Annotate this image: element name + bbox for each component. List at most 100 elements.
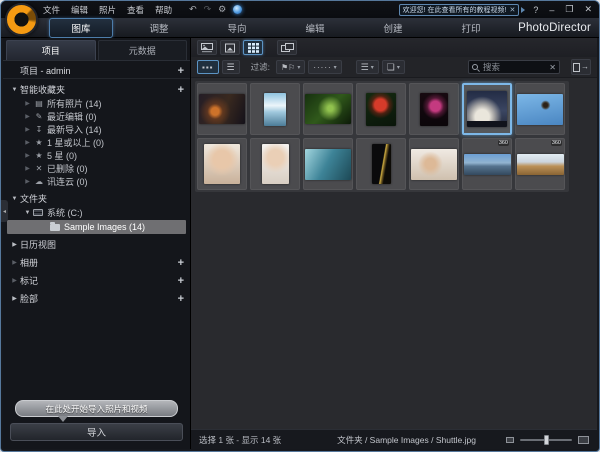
expand-arrow-icon[interactable]: ▶: [22, 152, 33, 159]
tab-打印[interactable]: 打印: [439, 18, 503, 38]
tab-编辑[interactable]: 编辑: [283, 18, 347, 38]
sidebar-row-label: Sample Images (14): [64, 222, 180, 232]
expand-arrow-icon[interactable]: ▶: [22, 139, 33, 146]
photo-cell-woman-reclining[interactable]: [409, 138, 459, 190]
browser-view-icon: [201, 43, 213, 53]
sort-button[interactable]: ☰▾: [356, 60, 379, 74]
sidebar-item-系统 (C:)[interactable]: ▼系统 (C:): [3, 206, 190, 219]
expand-arrow-icon[interactable]: ▶: [22, 126, 33, 133]
color-profile-icon[interactable]: [233, 5, 242, 14]
notification-close-icon[interactable]: ✕: [509, 6, 515, 14]
menu-item-帮助[interactable]: 帮助: [155, 4, 172, 16]
photo-cell-dark-skis[interactable]: [356, 138, 406, 190]
expand-arrow-icon[interactable]: ▶: [9, 241, 20, 248]
sidebar-row-label: 1 星或以上 (0): [47, 136, 184, 149]
sidebar-row-label: 所有照片 (14): [47, 97, 184, 110]
sidebar-section-文件夹[interactable]: ▼文件夹: [3, 191, 190, 206]
photo-cell-iceberg-tower[interactable]: [250, 83, 300, 135]
sidebar-item-所有照片 (14)[interactable]: ▶▤所有照片 (14): [3, 97, 190, 110]
sidebar-row-label: 脸部: [20, 292, 174, 305]
menu-item-编辑[interactable]: 编辑: [71, 4, 88, 16]
add-button[interactable]: +: [178, 65, 184, 77]
expand-arrow-icon[interactable]: ▶: [22, 178, 33, 185]
browser-view-button[interactable]: [197, 40, 217, 55]
search-clear-icon[interactable]: ✕: [549, 63, 556, 72]
add-button[interactable]: +: [178, 275, 184, 287]
view-toolbar: [191, 38, 597, 57]
flag-caret-icon: ▾: [297, 64, 300, 71]
flag-filter-button[interactable]: ⚑⚐▾: [276, 60, 305, 74]
help-button[interactable]: ?: [533, 5, 538, 15]
photo-thumb-ocean-wave: [305, 149, 351, 180]
expand-arrow-icon[interactable]: ▼: [9, 87, 20, 93]
settings-gear-icon[interactable]: ⚙: [218, 4, 226, 15]
zoom-in-thumb-icon[interactable]: [578, 436, 589, 444]
photo-cell-red-flower[interactable]: [356, 83, 406, 135]
expand-arrow-icon[interactable]: ▶: [9, 295, 20, 302]
tab-创建[interactable]: 创建: [361, 18, 425, 38]
sidebar-item-最近编辑 (0)[interactable]: ▶✎最近编辑 (0): [3, 110, 190, 123]
add-button[interactable]: +: [178, 257, 184, 269]
sidebar-section-脸部[interactable]: ▶脸部 +: [3, 291, 190, 306]
expand-arrow-icon[interactable]: ▶: [22, 165, 33, 172]
photos-icon: ▤: [33, 99, 45, 108]
sidebar-section-相册[interactable]: ▶相册+: [3, 255, 190, 270]
search-input[interactable]: [481, 61, 546, 73]
photo-cell-mountain-panorama[interactable]: 360: [462, 138, 512, 190]
undo-icon[interactable]: ↶: [189, 4, 197, 15]
expand-arrow-icon[interactable]: ▶: [22, 100, 33, 107]
photo-cell-pink-flower[interactable]: [409, 83, 459, 135]
add-button[interactable]: +: [178, 293, 184, 305]
close-button[interactable]: ✕: [584, 4, 592, 15]
import-button[interactable]: 导入: [10, 423, 183, 441]
expand-arrow-icon[interactable]: ▶: [9, 259, 20, 266]
photo-cell-cabin-interior[interactable]: [197, 83, 247, 135]
sidebar-item-最新导入 (14)[interactable]: ▶↧最新导入 (14): [3, 123, 190, 136]
photo-cell-shuttle-launch[interactable]: [462, 83, 512, 135]
sidebar-section-标记[interactable]: ▶标记+: [3, 273, 190, 288]
zoom-out-thumb-icon[interactable]: [506, 437, 514, 443]
photo-cell-snowboarder-sky[interactable]: [515, 83, 565, 135]
expand-arrow-icon[interactable]: ▼: [22, 210, 33, 216]
menu-item-文件[interactable]: 文件: [43, 4, 60, 16]
maximize-button[interactable]: ❒: [565, 4, 573, 15]
dual-monitor-button[interactable]: [277, 40, 297, 55]
sidebar-collapse-icon[interactable]: ◂: [1, 200, 8, 222]
tab-图库[interactable]: 图库: [49, 18, 113, 38]
photo-cell-desert-panorama[interactable]: 360: [515, 138, 565, 190]
rating-filter-button[interactable]: ·····▾: [308, 60, 341, 74]
sidebar-item-已删除 (0)[interactable]: ▶✕已删除 (0): [3, 162, 190, 175]
sidebar-item-讯连云 (0)[interactable]: ▶☁讯连云 (0): [3, 175, 190, 188]
expand-arrow-icon[interactable]: ▶: [9, 277, 20, 284]
export-button[interactable]: →: [571, 59, 591, 75]
sidebar-section-项目 - admin[interactable]: 项目 - admin+: [3, 63, 190, 79]
add-button[interactable]: +: [178, 84, 184, 96]
sidebar-section-智能收藏夹[interactable]: ▼智能收藏夹+: [3, 82, 190, 97]
sidebar-item-1 星或以上 (0)[interactable]: ▶★1 星或以上 (0): [3, 136, 190, 149]
menu-item-照片[interactable]: 照片: [99, 4, 116, 16]
sidebar-tab-项目[interactable]: 项目: [6, 40, 96, 60]
photo-cell-green-forest[interactable]: [303, 83, 353, 135]
minimize-button[interactable]: –: [549, 5, 554, 15]
sidebar-item-Sample Images (14)[interactable]: Sample Images (14): [7, 220, 186, 234]
sidebar-section-日历视图[interactable]: ▶日历视图: [3, 237, 190, 252]
thumbnail-only-button[interactable]: ▪▪▪: [197, 60, 219, 74]
photo-cell-ocean-wave[interactable]: [303, 138, 353, 190]
expand-arrow-icon[interactable]: ▶: [22, 113, 33, 120]
expand-arrow-icon[interactable]: ▼: [9, 196, 20, 202]
tab-调整[interactable]: 调整: [127, 18, 191, 38]
grid-view-button[interactable]: [243, 40, 263, 55]
list-view-button[interactable]: ☰: [222, 60, 240, 74]
sidebar-item-5 星 (0)[interactable]: ▶★5 星 (0): [3, 149, 190, 162]
photo-cell-woman-portrait-2[interactable]: [250, 138, 300, 190]
stack-button[interactable]: ❏▾: [382, 60, 405, 74]
flag-filter-icon: ⚑⚐: [281, 63, 295, 72]
photo-cell-woman-portrait[interactable]: [197, 138, 247, 190]
sidebar-tab-元数据[interactable]: 元数据: [98, 40, 188, 60]
viewer-view-button[interactable]: [220, 40, 240, 55]
zoom-slider[interactable]: [520, 439, 572, 441]
zoom-slider-handle[interactable]: [544, 435, 549, 445]
redo-icon[interactable]: ↷: [204, 4, 212, 15]
tab-导向[interactable]: 导向: [205, 18, 269, 38]
menu-item-查看[interactable]: 查看: [127, 4, 144, 16]
